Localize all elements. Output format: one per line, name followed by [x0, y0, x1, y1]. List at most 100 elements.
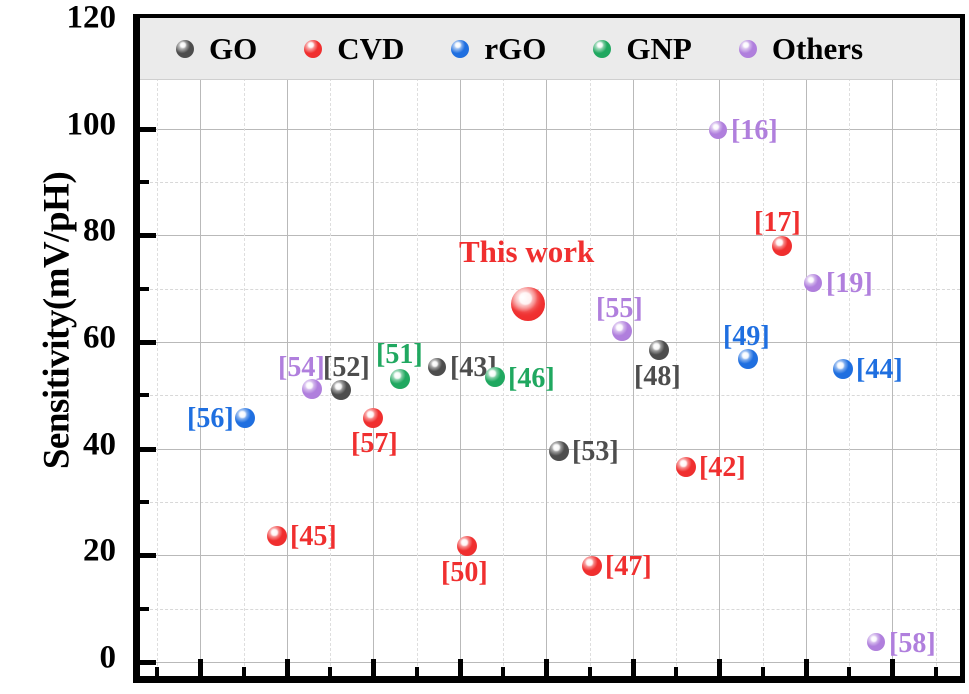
x-axis-tick: [544, 659, 550, 676]
plot-canvas: GO CVD rGO GNP Others [16] [17] [19] [55] [48] [4…: [140, 18, 960, 676]
plot-area: GO CVD rGO GNP Others [16] [17] [19] [55] [48] [4…: [133, 14, 965, 683]
chart-figure: Sensitivity(mV/pH) 0 20 40 60 80 100 120 GO CVD…: [0, 0, 969, 694]
data-point-this-work[interactable]: [511, 287, 545, 321]
data-point[interactable]: [738, 349, 758, 369]
x-axis-tick: [803, 659, 809, 676]
gridline-vertical: [503, 18, 504, 676]
y-axis-tick-label: 80: [83, 212, 116, 249]
data-point[interactable]: [833, 359, 853, 379]
y-axis-tick-label: 20: [83, 532, 116, 569]
data-point[interactable]: [331, 380, 351, 400]
gridline-horizontal: [140, 128, 960, 130]
y-axis-tick: [140, 553, 156, 559]
gridline-vertical: [849, 18, 850, 676]
data-point[interactable]: [235, 408, 255, 428]
gridline-horizontal: [140, 662, 960, 663]
data-point[interactable]: [457, 536, 477, 556]
data-point[interactable]: [709, 121, 727, 139]
gridline-vertical: [200, 18, 202, 676]
legend-marker-icon: [175, 39, 195, 59]
y-axis-tick-label: 40: [83, 426, 116, 463]
x-axis-tick: [890, 659, 896, 676]
gridline-vertical: [330, 18, 331, 676]
data-point-label: [48]: [634, 361, 681, 392]
data-point-label: [55]: [596, 293, 643, 324]
legend-entry-go[interactable]: GO: [175, 31, 257, 67]
data-point-label: [19]: [826, 268, 873, 299]
x-axis-tick: [414, 667, 419, 676]
gridline-vertical: [157, 18, 158, 676]
data-point[interactable]: [804, 274, 822, 292]
x-axis-tick: [284, 659, 290, 676]
data-point-label: [42]: [699, 452, 746, 483]
data-point-label: [50]: [441, 557, 488, 588]
gridline-vertical: [546, 18, 548, 676]
gridline-vertical: [892, 18, 894, 676]
x-axis-tick: [760, 667, 765, 676]
data-point-label: [56]: [187, 403, 234, 434]
x-axis-tick: [241, 667, 246, 676]
chart-legend: GO CVD rGO GNP Others: [140, 18, 960, 80]
gridline-vertical: [373, 18, 375, 676]
x-axis-tick: [630, 659, 636, 676]
x-axis-tick: [371, 659, 377, 676]
data-point[interactable]: [582, 556, 602, 576]
data-point-label: [49]: [723, 321, 770, 352]
data-point-label: [45]: [290, 521, 337, 552]
data-point[interactable]: [390, 369, 410, 389]
gridline-vertical: [589, 18, 591, 676]
x-axis-tick: [457, 659, 463, 676]
x-axis-tick: [933, 667, 938, 676]
y-axis-tick-label: 120: [66, 0, 117, 36]
data-point-label: [57]: [351, 428, 398, 459]
legend-entry-gnp[interactable]: GNP: [592, 30, 692, 67]
legend-entry-cvd[interactable]: CVD: [303, 31, 404, 67]
data-point-label: [44]: [856, 354, 903, 385]
gridline-vertical: [286, 18, 288, 676]
data-point[interactable]: [428, 358, 446, 376]
data-point[interactable]: [549, 441, 569, 461]
data-point-label: [17]: [754, 207, 801, 238]
data-point-label: [47]: [605, 551, 652, 582]
legend-label: CVD: [337, 30, 405, 66]
legend-marker-icon: [450, 39, 470, 59]
y-axis-tick: [140, 340, 156, 345]
data-point-label: [54]: [278, 352, 325, 383]
x-axis-tick: [328, 667, 332, 676]
gridline-horizontal: [140, 182, 960, 183]
legend-label: Others: [771, 30, 864, 66]
y-axis-tick: [140, 233, 156, 239]
gridline-horizontal: [140, 342, 960, 343]
y-axis-tick: [140, 126, 156, 132]
y-axis-tick: [140, 606, 149, 611]
gridline-vertical: [243, 18, 245, 676]
data-point[interactable]: [772, 236, 792, 256]
legend-label: rGO: [484, 30, 547, 66]
gridline-horizontal: [140, 395, 960, 397]
y-axis-tick: [140, 660, 156, 665]
gridline-horizontal: [140, 502, 960, 503]
legend-label: GO: [209, 30, 258, 66]
x-axis-tick: [155, 667, 159, 676]
y-axis-tick: [140, 393, 149, 398]
data-point[interactable]: [649, 340, 669, 360]
data-point-label: [52]: [323, 352, 370, 383]
data-point-label: [51]: [376, 339, 423, 370]
gridline-vertical: [935, 18, 937, 676]
data-point-label: [53]: [572, 436, 619, 467]
data-point[interactable]: [612, 321, 632, 341]
data-point[interactable]: [867, 633, 885, 651]
gridline-vertical: [676, 18, 677, 676]
data-point[interactable]: [363, 408, 383, 428]
data-point[interactable]: [485, 367, 505, 387]
x-axis-tick: [674, 667, 678, 676]
gridline-horizontal: [140, 608, 960, 610]
y-axis-tick: [140, 446, 156, 452]
legend-marker-icon: [738, 39, 758, 59]
legend-entry-rgo[interactable]: rGO: [450, 31, 546, 67]
gridline-vertical: [719, 18, 721, 676]
data-point[interactable]: [267, 526, 287, 546]
data-point[interactable]: [676, 457, 696, 477]
legend-entry-others[interactable]: Others: [738, 31, 863, 67]
legend-label: GNP: [626, 30, 692, 66]
